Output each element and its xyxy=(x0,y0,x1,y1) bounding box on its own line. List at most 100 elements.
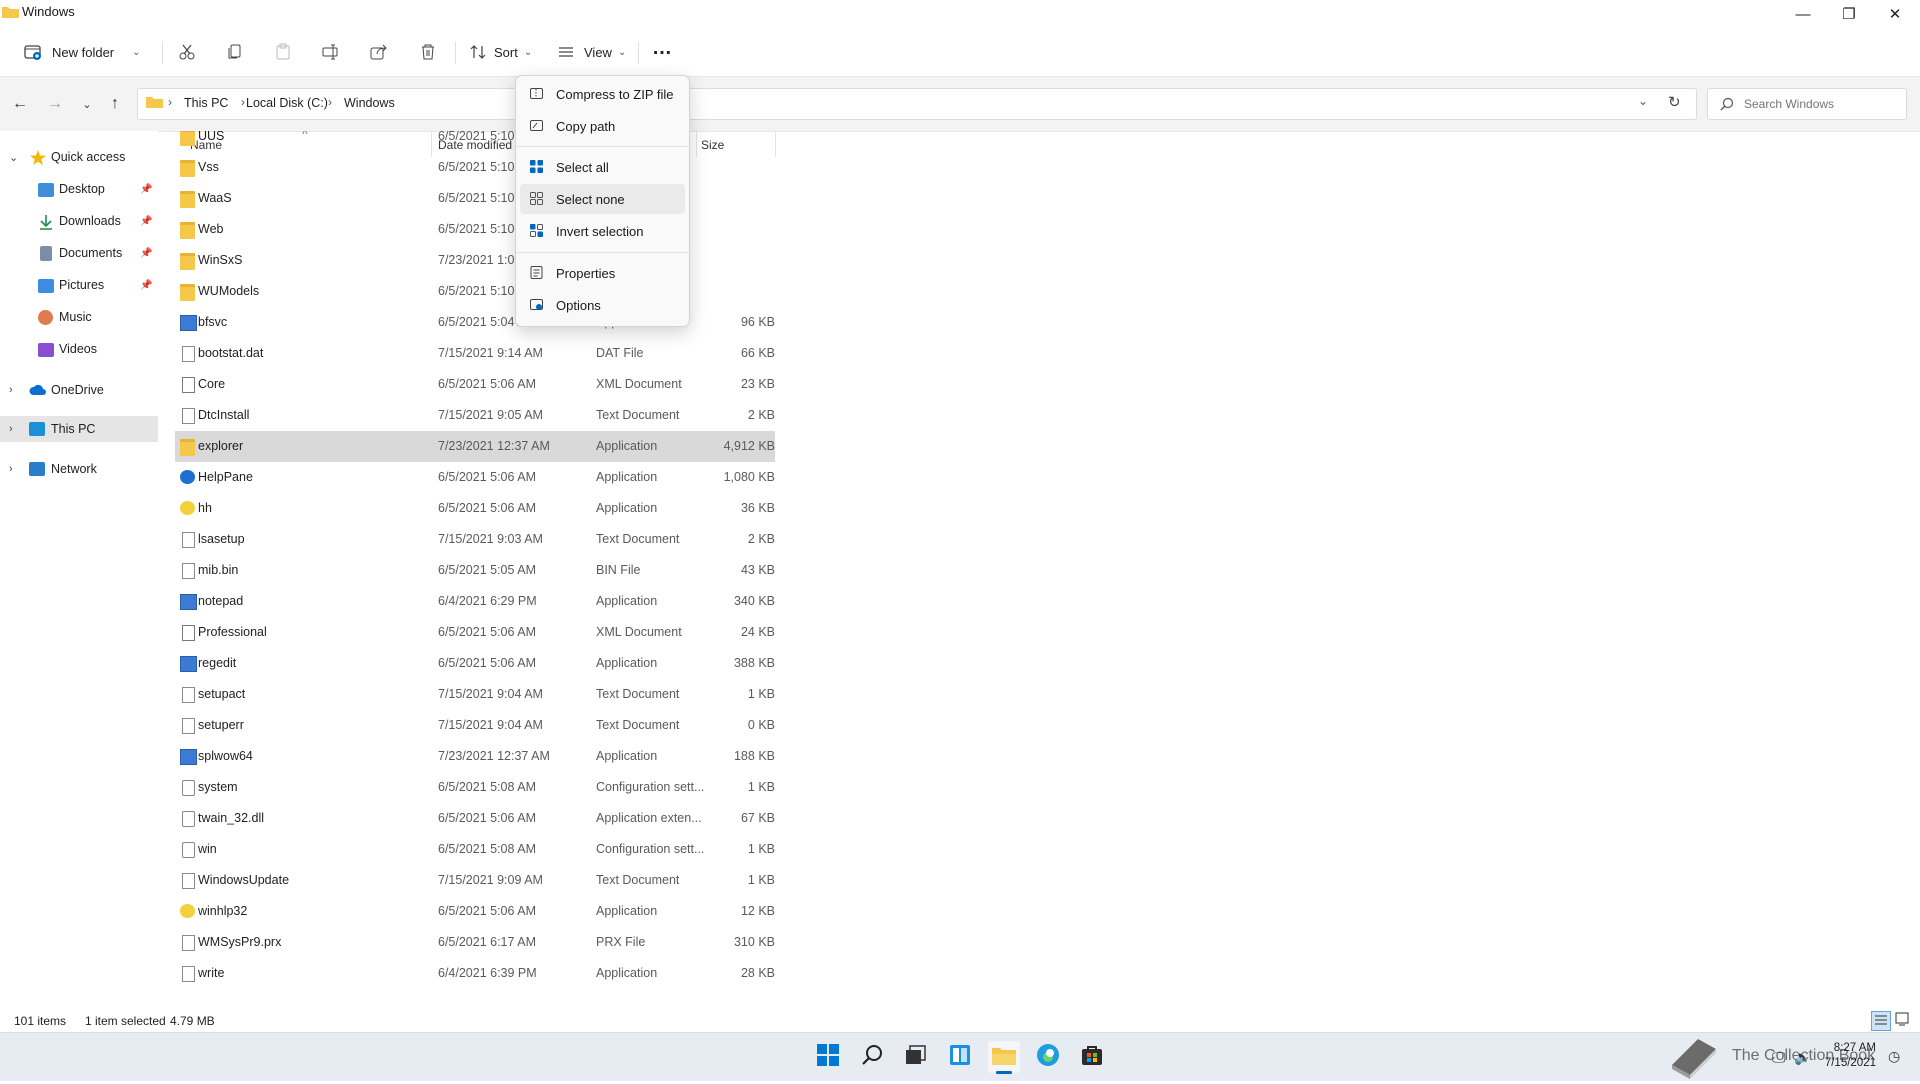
details-view-button[interactable] xyxy=(1871,1011,1891,1031)
refresh-icon[interactable]: ↻ xyxy=(1668,93,1681,111)
file-name: notepad xyxy=(198,594,244,608)
menu-item-select-all[interactable]: Select all xyxy=(520,152,685,182)
chevron-right-icon[interactable]: › xyxy=(9,423,13,435)
back-button[interactable]: ← xyxy=(7,91,33,117)
file-row[interactable]: DtcInstall 7/15/2021 9:05 AM Text Document… xyxy=(175,400,775,431)
file-type: Application xyxy=(596,501,658,515)
sidebar-item-desktop[interactable]: Desktop 📌 xyxy=(0,176,158,202)
search-taskbar-button[interactable] xyxy=(856,1041,888,1073)
rename-button[interactable] xyxy=(322,38,340,66)
breadcrumb-this-pc[interactable]: This PC xyxy=(184,96,228,110)
notification-icon[interactable]: ◷ xyxy=(1888,1048,1900,1065)
breadcrumb-windows[interactable]: Windows xyxy=(344,96,395,110)
navigation-pane: ⌄ Quick access Desktop 📌 Downloads 📌 Doc… xyxy=(0,131,158,1011)
start-button[interactable] xyxy=(812,1041,844,1073)
star-icon xyxy=(30,150,46,165)
cut-button[interactable] xyxy=(178,38,196,66)
search-box[interactable] xyxy=(1707,88,1907,120)
file-row[interactable]: Professional 6/5/2021 5:06 AM XML Document… xyxy=(175,617,775,648)
sidebar-item-music[interactable]: Music xyxy=(0,304,158,330)
item-count: 101 items xyxy=(14,1014,67,1028)
up-button[interactable]: ↑ xyxy=(102,91,128,117)
file-row[interactable]: regedit 6/5/2021 5:06 AM Application 388 KB xyxy=(175,648,775,679)
sidebar-item-label: Network xyxy=(51,462,97,476)
sidebar-item-onedrive[interactable]: › OneDrive xyxy=(0,377,158,403)
menu-item-copy-path[interactable]: Copy path xyxy=(520,111,685,141)
file-row[interactable]: setupact 7/15/2021 9:04 AM Text Document 1 … xyxy=(175,679,775,710)
search-icon xyxy=(1720,97,1734,116)
menu-item-options[interactable]: Options xyxy=(520,290,685,320)
tiles-view-button[interactable] xyxy=(1895,1012,1909,1029)
menu-item-properties[interactable]: Properties xyxy=(520,258,685,288)
breadcrumb-separator-icon: › xyxy=(328,95,332,109)
address-bar[interactable]: › This PC › Local Disk (C:) › Windows ⌄ … xyxy=(137,88,1697,120)
chevron-down-icon[interactable]: ⌄ xyxy=(1638,94,1648,108)
volume-icon[interactable]: 🔈 xyxy=(1794,1049,1811,1066)
network-tray-icon[interactable]: 🖵 xyxy=(1772,1049,1786,1066)
file-type: Text Document xyxy=(596,687,680,701)
file-date-modified: 6/5/2021 5:06 AM xyxy=(438,377,536,391)
file-row[interactable]: bootstat.dat 7/15/2021 9:14 AM DAT File 66 … xyxy=(175,338,775,369)
network-icon xyxy=(29,462,45,476)
close-button[interactable]: ✕ xyxy=(1872,0,1918,28)
share-button[interactable] xyxy=(370,38,388,66)
widgets-button[interactable] xyxy=(944,1041,976,1073)
file-name: WindowsUpdate xyxy=(198,873,290,887)
sidebar-item-quick-access[interactable]: ⌄ Quick access xyxy=(0,144,158,170)
clock-date[interactable]: 7/15/2021 xyxy=(1822,1057,1876,1069)
file-row[interactable]: notepad 6/4/2021 6:29 PM Application 340 KB xyxy=(175,586,775,617)
file-row[interactable]: HelpPane 6/5/2021 5:06 AM Application 1,080… xyxy=(175,462,775,493)
document-icon xyxy=(182,935,195,951)
sort-button[interactable]: Sort ⌄ xyxy=(470,38,532,66)
sidebar-item-downloads[interactable]: Downloads 📌 xyxy=(0,208,158,234)
menu-item-select-none[interactable]: Select none xyxy=(520,184,685,214)
copy-button[interactable] xyxy=(226,38,244,66)
file-size: 24 KB xyxy=(740,625,775,639)
file-row[interactable]: mib.bin 6/5/2021 5:05 AM BIN File 43 KB xyxy=(175,555,775,586)
file-row[interactable]: write 6/4/2021 6:39 PM Application 28 KB xyxy=(175,958,775,989)
paste-button[interactable] xyxy=(274,38,292,66)
recent-locations-button[interactable]: ⌄ xyxy=(74,91,100,117)
breadcrumb-local-disk[interactable]: Local Disk (C:) xyxy=(246,96,328,110)
file-row[interactable]: twain_32.dll 6/5/2021 5:06 AM Application … xyxy=(175,803,775,834)
sidebar-item-documents[interactable]: Documents 📌 xyxy=(0,240,158,266)
sidebar-item-this-pc[interactable]: › This PC xyxy=(0,416,158,442)
file-row[interactable]: explorer 7/23/2021 12:37 AM Application 4,9… xyxy=(175,431,775,462)
file-row[interactable]: WindowsUpdate 7/15/2021 9:09 AM Text Docum… xyxy=(175,865,775,896)
file-row[interactable]: system 6/5/2021 5:08 AM Configuration sett… xyxy=(175,772,775,803)
more-options-button[interactable]: … xyxy=(652,34,672,62)
clock-time[interactable]: 8:27 AM xyxy=(1830,1042,1876,1054)
view-button[interactable]: View ⌄ xyxy=(558,38,626,66)
forward-button[interactable]: → xyxy=(42,91,68,117)
chevron-right-icon[interactable]: › xyxy=(9,384,13,396)
sidebar-item-network[interactable]: › Network xyxy=(0,456,158,482)
file-type: Text Document xyxy=(596,532,680,546)
file-size: 1 KB xyxy=(747,842,775,856)
store-taskbar-button[interactable] xyxy=(1076,1041,1108,1073)
edge-taskbar-button[interactable] xyxy=(1032,1041,1064,1073)
file-type: BIN File xyxy=(596,563,641,577)
file-row[interactable]: Core 6/5/2021 5:06 AM XML Document 23 KB xyxy=(175,369,775,400)
file-row[interactable]: winhlp32 6/5/2021 5:06 AM Application 12 KB xyxy=(175,896,775,927)
sidebar-item-pictures[interactable]: Pictures 📌 xyxy=(0,272,158,298)
file-row[interactable]: splwow64 7/23/2021 12:37 AM Application 188… xyxy=(175,741,775,772)
menu-item-compress-zip[interactable]: Compress to ZIP file xyxy=(520,79,685,109)
file-row[interactable]: lsasetup 7/15/2021 9:03 AM Text Document 2 … xyxy=(175,524,775,555)
file-row[interactable]: setuperr 7/15/2021 9:04 AM Text Document 0 … xyxy=(175,710,775,741)
task-view-button[interactable] xyxy=(900,1041,932,1073)
new-folder-button[interactable]: New folder ⌄ xyxy=(24,38,141,66)
file-row[interactable]: win 6/5/2021 5:08 AM Configuration sett...… xyxy=(175,834,775,865)
file-row[interactable]: WMSysPr9.prx 6/5/2021 6:17 AM PRX File 310 … xyxy=(175,927,775,958)
file-row[interactable]: hh 6/5/2021 5:06 AM Application 36 KB xyxy=(175,493,775,524)
minimize-button[interactable]: — xyxy=(1780,0,1826,28)
sidebar-item-videos[interactable]: Videos xyxy=(0,336,158,362)
menu-item-invert-selection[interactable]: Invert selection xyxy=(520,216,685,246)
restore-button[interactable]: ❐ xyxy=(1826,0,1872,28)
search-input[interactable] xyxy=(1742,94,1902,114)
file-size: 4,912 KB xyxy=(723,439,775,453)
delete-button[interactable] xyxy=(419,38,437,66)
file-explorer-taskbar-button[interactable] xyxy=(988,1041,1020,1074)
chevron-down-icon[interactable]: ⌄ xyxy=(9,151,18,164)
toolbar-divider xyxy=(638,42,639,64)
chevron-right-icon[interactable]: › xyxy=(9,463,13,475)
